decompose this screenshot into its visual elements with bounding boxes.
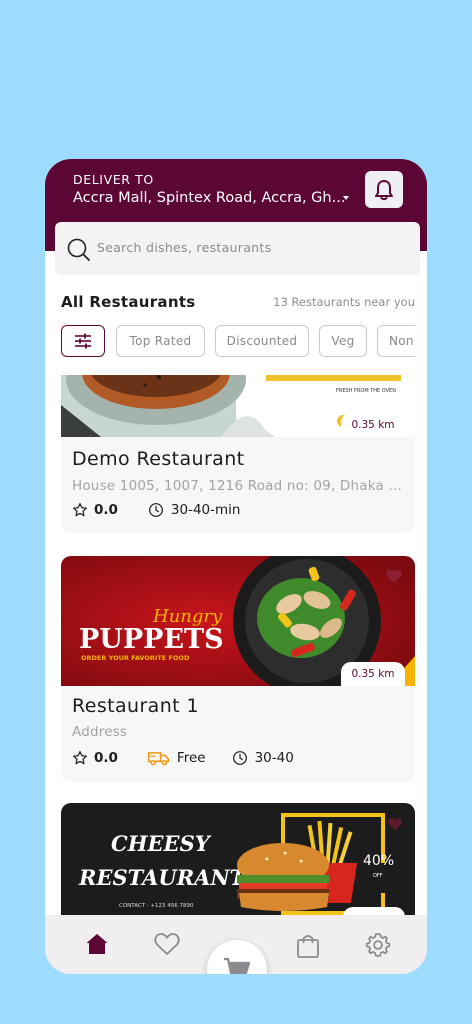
rating-value: 0.0 bbox=[94, 750, 118, 766]
restaurant-count: 13 Restaurants near you bbox=[273, 295, 415, 309]
restaurant-address: Address bbox=[72, 724, 128, 740]
heart-icon[interactable] bbox=[154, 932, 180, 956]
search-bar[interactable]: Search dishes, restaurants bbox=[55, 222, 420, 275]
chevron-down-icon[interactable] bbox=[343, 196, 349, 200]
rating-value: 0.0 bbox=[94, 502, 118, 518]
clock-icon bbox=[148, 503, 163, 517]
restaurant-list: FRESH FROM THE OVEN 0.35 km Demo Restaur… bbox=[45, 375, 427, 915]
restaurant-name: Demo Restaurant bbox=[72, 448, 245, 470]
banner-off: OFF bbox=[373, 873, 383, 879]
settings-icon[interactable] bbox=[365, 932, 391, 958]
burger-graphic bbox=[237, 843, 329, 911]
restaurant-card[interactable]: Hungry PUPPETS ORDER YOUR FAVORITE FOOD bbox=[61, 556, 415, 782]
banner-tagline: FRESH FROM THE OVEN bbox=[336, 388, 396, 394]
banner-image: CHEESY RESTAURANT CONTACT : +123 456 789… bbox=[61, 803, 415, 915]
delivery-time: 30-40 bbox=[232, 750, 294, 766]
heart-filled-icon[interactable] bbox=[385, 568, 403, 584]
restaurant-meta: 0.0 Free 30-40 bbox=[72, 750, 320, 766]
restaurant-name: Restaurant 1 bbox=[72, 695, 199, 717]
notification-button[interactable] bbox=[365, 171, 403, 208]
delivery-truck-icon bbox=[147, 752, 170, 766]
delivery-time-text: 30-40 bbox=[254, 750, 294, 766]
section-title: All Restaurants bbox=[61, 293, 196, 311]
search-icon bbox=[67, 238, 90, 261]
banner-line2: RESTAURANT bbox=[78, 865, 247, 890]
banner-line1: CHEESY bbox=[111, 831, 212, 856]
filter-chip-discounted[interactable]: Discounted bbox=[215, 325, 309, 357]
star-icon bbox=[73, 751, 87, 765]
delivery-fee: Free bbox=[147, 750, 206, 766]
restaurant-address: House 1005, 1007, 1216 Road no: 09, Dhak… bbox=[72, 478, 402, 494]
filter-settings-button[interactable] bbox=[61, 325, 105, 357]
restaurant-banner: CHEESY RESTAURANT CONTACT : +123 456 789… bbox=[61, 803, 415, 915]
filter-chip-veg[interactable]: Veg bbox=[319, 325, 367, 357]
bag-icon[interactable] bbox=[296, 933, 320, 959]
delivery-address[interactable]: Accra Mall, Spintex Road, Accra, Gh... bbox=[73, 190, 353, 206]
bottom-navigation bbox=[45, 915, 427, 974]
restaurant-meta: 0.0 30-40-min bbox=[72, 502, 266, 518]
delivery-time: 30-40-min bbox=[148, 502, 241, 518]
delivery-time-text: 30-40-min bbox=[170, 502, 241, 518]
banner-discount: 40% bbox=[363, 853, 394, 869]
restaurant-card[interactable]: CHEESY RESTAURANT CONTACT : +123 456 789… bbox=[61, 803, 415, 915]
filter-bar: Top Rated Discounted Veg Non bbox=[61, 325, 415, 357]
sliders-icon bbox=[75, 333, 91, 349]
home-icon[interactable] bbox=[85, 932, 109, 956]
distance-badge: 0.35 km bbox=[341, 662, 405, 686]
restaurant-card[interactable]: FRESH FROM THE OVEN 0.35 km Demo Restaur… bbox=[61, 375, 415, 533]
delivery-fee-text: Free bbox=[176, 750, 206, 766]
filter-chip-top-rated[interactable]: Top Rated bbox=[116, 325, 205, 357]
distance-badge: 0.35 km bbox=[341, 413, 405, 437]
filter-chip-non-veg[interactable]: Non bbox=[377, 325, 415, 357]
star-icon bbox=[73, 503, 87, 517]
bell-icon bbox=[375, 179, 393, 200]
banner-tagline: ORDER YOUR FAVORITE FOOD bbox=[81, 654, 190, 662]
cart-icon bbox=[224, 957, 251, 974]
clock-icon bbox=[232, 751, 247, 765]
heart-icon[interactable] bbox=[387, 817, 403, 831]
search-input[interactable]: Search dishes, restaurants bbox=[97, 240, 271, 255]
deliver-to-label: DELIVER TO bbox=[73, 172, 154, 187]
app-screen: DELIVER TO Accra Mall, Spintex Road, Acc… bbox=[45, 159, 427, 974]
banner-title: PUPPETS bbox=[79, 624, 224, 655]
cart-button[interactable] bbox=[207, 940, 267, 974]
banner-contact: CONTACT : +123 456 7890 bbox=[119, 903, 194, 909]
